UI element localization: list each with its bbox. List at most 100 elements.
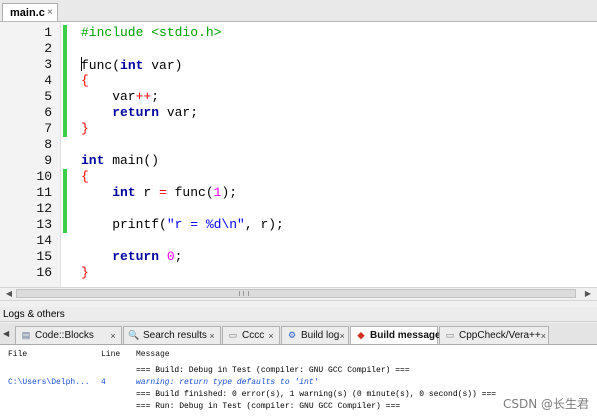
close-icon[interactable]: × <box>541 331 546 341</box>
change-marker <box>63 73 67 89</box>
editor-horizontal-scrollbar[interactable]: ◀ ▶ <box>0 287 597 301</box>
code-text: int r = func(1); <box>81 185 237 201</box>
line-number: 4 <box>44 73 52 88</box>
code-line[interactable]: 12 <box>0 201 597 217</box>
code-line[interactable]: 10 { <box>0 169 597 185</box>
tab-main-c[interactable]: main.c × <box>2 3 58 21</box>
change-marker <box>63 57 67 73</box>
code-line[interactable]: 7} <box>0 121 597 137</box>
line-number: 2 <box>44 41 52 56</box>
tab-scroll-left-icon[interactable]: ◀ <box>3 329 9 338</box>
code-text: { <box>81 73 89 89</box>
code-token: return <box>81 105 160 120</box>
code-line[interactable]: 3 func(int var) <box>0 57 597 73</box>
code-text: func(int var) <box>81 57 182 74</box>
column-header-message[interactable]: Message <box>136 347 170 362</box>
line-number: 12 <box>36 201 52 216</box>
table-row[interactable]: === Build: Debug in Test (compiler: GNU … <box>0 365 597 377</box>
tab-label: Search results <box>143 330 207 341</box>
code-token: { <box>81 169 89 184</box>
code-token: ++ <box>135 89 152 104</box>
code-line[interactable]: 15 return 0; <box>0 249 597 265</box>
cell-file: C:\Users\Delph... <box>8 378 90 387</box>
line-number: 1 <box>44 25 52 40</box>
code-line[interactable]: 11 int r = func(1); <box>0 185 597 201</box>
code-line[interactable]: 4{ <box>0 73 597 89</box>
tab-search-results[interactable]: 🔍 Search results × <box>123 326 221 344</box>
code-token: ; <box>174 249 183 264</box>
code-line[interactable]: 13 printf("r = %d\n", r); <box>0 217 597 233</box>
close-icon[interactable]: × <box>339 331 345 341</box>
code-line[interactable]: 2 <box>0 41 597 57</box>
table-header: File Line Message <box>0 347 597 362</box>
cell-message: warning: return type defaults to 'int' <box>136 378 319 387</box>
scrollbar-grip-icon <box>239 291 249 296</box>
code-token: int <box>81 185 136 200</box>
code-line[interactable]: 9 int main() <box>0 153 597 169</box>
close-icon[interactable]: × <box>207 331 217 341</box>
close-icon[interactable]: × <box>108 331 118 341</box>
line-number: 9 <box>44 153 52 168</box>
line-number: 7 <box>44 121 52 136</box>
column-header-line[interactable]: Line <box>101 347 120 362</box>
change-marker <box>63 41 67 57</box>
code-token: r <box>135 185 160 200</box>
scrollbar-thumb[interactable] <box>16 289 576 298</box>
cell-line: 4 <box>101 378 106 387</box>
code-line[interactable]: 14 <box>0 233 597 249</box>
cell-message: === Run: Debug in Test (compiler: GNU GC… <box>136 402 401 411</box>
code-line[interactable]: 6 return var; <box>0 105 597 121</box>
code-token: var; <box>159 105 199 120</box>
tab-build-log[interactable]: ⚙ Build log × <box>281 326 349 344</box>
build-gear-icon: ⚙ <box>287 330 297 340</box>
code-token: } <box>81 121 89 136</box>
editor-tab-strip: main.c × <box>0 0 597 22</box>
code-line[interactable]: 16} <box>0 265 597 281</box>
change-marker <box>63 105 67 121</box>
code-token: var) <box>143 58 183 73</box>
change-marker <box>63 185 67 201</box>
code-token: int <box>81 153 105 168</box>
code-text: printf("r = %d\n", r); <box>81 217 284 233</box>
line-number: 5 <box>44 89 52 104</box>
tab-code-blocks[interactable]: ▤ Code::Blocks × <box>15 326 122 344</box>
code-blocks-icon: ▤ <box>21 330 31 340</box>
scroll-left-arrow-icon[interactable]: ◀ <box>2 288 16 300</box>
close-icon[interactable]: × <box>45 7 55 19</box>
tab-label: main.c <box>10 6 45 19</box>
line-number: 6 <box>44 105 52 120</box>
document-icon: ▭ <box>228 330 238 340</box>
logs-tab-strip: ▤ Code::Blocks × 🔍 Search results × ▭ Cccc × ⚙ Bui… <box>0 323 597 345</box>
logs-panel-title: Logs & others <box>0 307 597 322</box>
scroll-right-arrow-icon[interactable]: ▶ <box>581 288 595 300</box>
line-number: 13 <box>36 217 52 232</box>
tab-label: Build messages <box>370 330 447 341</box>
code-token: printf( <box>81 217 167 232</box>
code-editor[interactable]: 1 #include <stdio.h> 2 3 func(int var) 4{5 va… <box>0 22 597 287</box>
change-marker <box>63 201 67 217</box>
code-token: = <box>159 185 167 200</box>
code-token: "r = %d\n" <box>166 217 245 232</box>
tab-cppcheck-vera[interactable]: ▭ CppCheck/Vera++ × <box>439 326 549 344</box>
tab-cccc[interactable]: ▭ Cccc × <box>222 326 280 344</box>
column-header-file[interactable]: File <box>8 347 27 362</box>
line-number: 15 <box>36 249 52 264</box>
tab-build-messages[interactable]: ◆Build messages× <box>350 326 451 344</box>
code-text: } <box>81 265 89 281</box>
code-text: var++; <box>81 89 159 105</box>
build-messages-table: File Line Message === Build: Debug in Te… <box>0 345 597 418</box>
table-row[interactable]: C:\Users\Delph... 4 warning: return type d… <box>0 377 597 389</box>
code-line[interactable]: 1 #include <stdio.h> <box>0 25 597 41</box>
close-icon[interactable]: × <box>266 331 276 341</box>
code-text: return 0; <box>81 249 182 265</box>
code-token: int <box>120 58 144 73</box>
code-token: , r); <box>244 217 284 232</box>
code-text: #include <stdio.h> <box>81 25 221 41</box>
code-line[interactable]: 5 var++; <box>0 89 597 105</box>
code-token: ; <box>151 89 160 104</box>
code-line[interactable]: 8 <box>0 137 597 153</box>
cppcheck-icon: ▭ <box>445 330 455 340</box>
code-token: return <box>81 249 160 264</box>
code-token: ); <box>221 185 238 200</box>
